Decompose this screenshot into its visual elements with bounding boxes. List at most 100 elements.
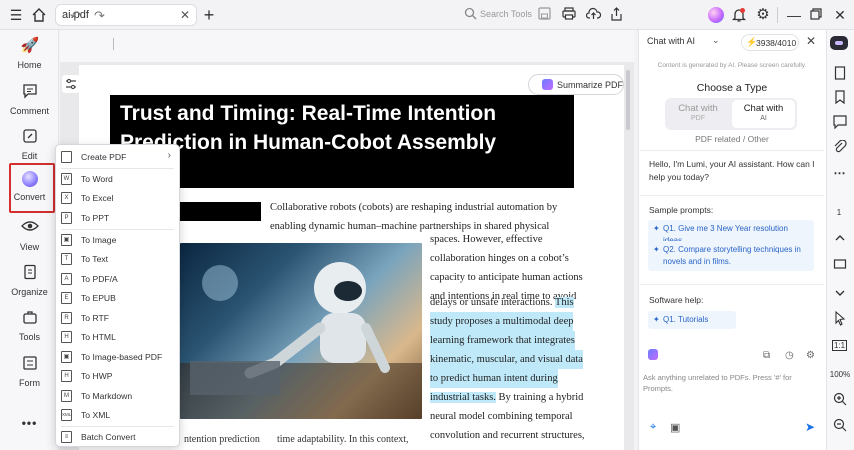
- highlighted-text[interactable]: industrial tasks.: [430, 392, 496, 403]
- sample-prompt[interactable]: ✦ Q2. Compare storytelling techniques in…: [648, 241, 814, 271]
- send-icon[interactable]: ➤: [805, 420, 815, 434]
- software-help-item[interactable]: ✦ Q1. Tutorials: [648, 311, 736, 329]
- chevron-right-icon: ›: [167, 150, 171, 161]
- image-upload-icon[interactable]: ▣: [670, 421, 680, 434]
- search-tools-label[interactable]: Search Tools: [480, 9, 532, 19]
- zoom-out-icon[interactable]: [826, 418, 853, 435]
- menu-item-to-hwp[interactable]: H To HWP: [56, 367, 179, 386]
- menu-item-label: To Image-based PDF: [81, 352, 163, 362]
- highlighted-text[interactable]: This: [554, 297, 574, 308]
- redo-icon[interactable]: ↷: [94, 8, 105, 24]
- history-icon[interactable]: ◷: [785, 350, 794, 361]
- home-icon[interactable]: [31, 7, 47, 23]
- chat-with-ai-option[interactable]: Chat with AI: [732, 100, 795, 128]
- more-icon[interactable]: ⋯: [826, 166, 853, 180]
- upload-cloud-icon[interactable]: [585, 7, 602, 23]
- sidebar-item-edit[interactable]: Edit: [0, 128, 59, 161]
- sidebar-item-home[interactable]: 🚀 Home: [0, 37, 59, 70]
- page-number[interactable]: 1: [830, 208, 848, 217]
- chat-with-pdf-option[interactable]: Chat with PDF: [665, 98, 731, 130]
- chevron-down-icon[interactable]: ⌄: [712, 35, 720, 46]
- pdf-related-caption: PDF related / Other: [695, 134, 769, 144]
- menu-item-label: To PPT: [81, 213, 110, 223]
- markdown-icon: M: [61, 390, 72, 402]
- filter-settings-icon[interactable]: [62, 75, 80, 93]
- menu-item-to-epub[interactable]: E To EPUB: [56, 289, 179, 308]
- pin-icon[interactable]: ⌖: [650, 421, 656, 434]
- sidebar-item-label: Organize: [11, 287, 48, 297]
- word-icon: W: [61, 173, 72, 185]
- actual-size-icon[interactable]: 1:1: [826, 340, 853, 351]
- bookmark-ribbon-icon[interactable]: [826, 90, 853, 107]
- bookmark-icon[interactable]: [826, 66, 853, 83]
- menu-item-to-pdfa[interactable]: A To PDF/A: [56, 270, 179, 289]
- share-icon[interactable]: [610, 7, 623, 24]
- sidebar-item-organize[interactable]: Organize: [0, 264, 59, 297]
- vertical-scrollbar[interactable]: [626, 70, 630, 130]
- close-window-icon[interactable]: ✕: [832, 7, 848, 23]
- image-pdf-icon: ▣: [61, 351, 72, 363]
- menu-item-to-xml[interactable]: XML To XML: [56, 406, 179, 425]
- ask-input[interactable]: Ask anything unrelated to PDFs. Press '#…: [643, 372, 817, 394]
- highlighted-line[interactable]: learning framework that integrates: [430, 331, 575, 351]
- add-tab-icon[interactable]: +: [201, 6, 217, 24]
- chevron-up-icon[interactable]: [826, 232, 853, 246]
- ai-assistant-icon[interactable]: [830, 36, 848, 50]
- comment-panel-icon[interactable]: [826, 115, 853, 132]
- gear-icon[interactable]: ⚙: [755, 7, 771, 23]
- settings-icon[interactable]: ⚙: [806, 350, 815, 361]
- sidebar-item-view[interactable]: View: [0, 219, 59, 252]
- menu-item-batch-convert[interactable]: ≡ Batch Convert: [56, 428, 179, 447]
- menu-item-to-ppt[interactable]: P To PPT: [56, 209, 179, 228]
- menu-item-create-pdf[interactable]: Create PDF ›: [56, 148, 179, 167]
- restore-icon[interactable]: [808, 7, 824, 23]
- highlighted-line[interactable]: to predict human intent during: [430, 369, 558, 389]
- cursor-select-icon[interactable]: [826, 310, 853, 329]
- menu-item-label: To RTF: [81, 313, 110, 323]
- document-toolbar: [60, 30, 634, 62]
- menu-item-to-rtf[interactable]: R To RTF: [56, 309, 179, 328]
- menu-item-to-html[interactable]: H To HTML: [56, 328, 179, 347]
- sidebar-item-comment[interactable]: Comment: [0, 83, 59, 116]
- software-help-heading: Software help:: [649, 295, 704, 305]
- hamburger-icon[interactable]: ☰: [8, 7, 24, 23]
- sidebar-item-label: Tools: [18, 332, 40, 342]
- menu-item-to-text[interactable]: T To Text: [56, 250, 179, 269]
- highlighted-line[interactable]: kinematic, muscular, and visual data: [430, 350, 583, 370]
- sidebar-item-convert[interactable]: Convert: [0, 171, 59, 202]
- close-tab-icon[interactable]: ✕: [180, 8, 190, 22]
- highlighted-line[interactable]: study proposes a multimodal deep: [430, 312, 574, 332]
- menu-item-to-image[interactable]: ▣ To Image: [56, 231, 179, 250]
- sidebar-item-form[interactable]: Form: [0, 355, 59, 388]
- zoom-in-icon[interactable]: [826, 392, 853, 409]
- menu-item-to-word[interactable]: W To Word: [56, 170, 179, 189]
- sidebar-item-label: View: [19, 242, 40, 252]
- attachment-icon[interactable]: [826, 139, 853, 157]
- menu-item-to-excel[interactable]: X To Excel: [56, 189, 179, 208]
- copy-icon[interactable]: ⧉: [763, 350, 770, 361]
- body-line: spaces. However, effective: [430, 234, 543, 245]
- avatar-icon[interactable]: [708, 7, 724, 23]
- more-options-button[interactable]: •••: [0, 416, 59, 430]
- search-icon[interactable]: [464, 7, 477, 23]
- body-line-delays: delays or unsafe interactions. This: [430, 293, 574, 312]
- epub-icon: E: [61, 292, 72, 304]
- option-sub: AI: [760, 115, 767, 122]
- print-icon[interactable]: [562, 7, 576, 23]
- fit-page-icon[interactable]: [826, 257, 853, 274]
- chevron-down-icon[interactable]: [826, 287, 853, 301]
- menu-item-to-image-based-pdf[interactable]: ▣ To Image-based PDF: [56, 348, 179, 367]
- body-line: neural model combining temporal: [430, 411, 573, 422]
- zoom-level[interactable]: 100%: [826, 370, 854, 379]
- close-panel-icon[interactable]: ✕: [806, 34, 816, 48]
- minimize-icon[interactable]: —: [786, 7, 802, 23]
- menu-item-label: To Excel: [81, 193, 114, 203]
- sidebar-item-tools[interactable]: Tools: [0, 309, 59, 342]
- menu-divider: [61, 229, 174, 230]
- chat-mode-select[interactable]: Chat with AI: [647, 36, 695, 46]
- menu-item-to-markdown[interactable]: M To Markdown: [56, 387, 179, 406]
- credits-badge[interactable]: ⚡ 3938/4010: [741, 34, 799, 51]
- save-icon[interactable]: [538, 7, 551, 23]
- summarize-pdf-button[interactable]: Summarize PDF: [528, 74, 624, 95]
- undo-icon[interactable]: ↶: [70, 8, 81, 24]
